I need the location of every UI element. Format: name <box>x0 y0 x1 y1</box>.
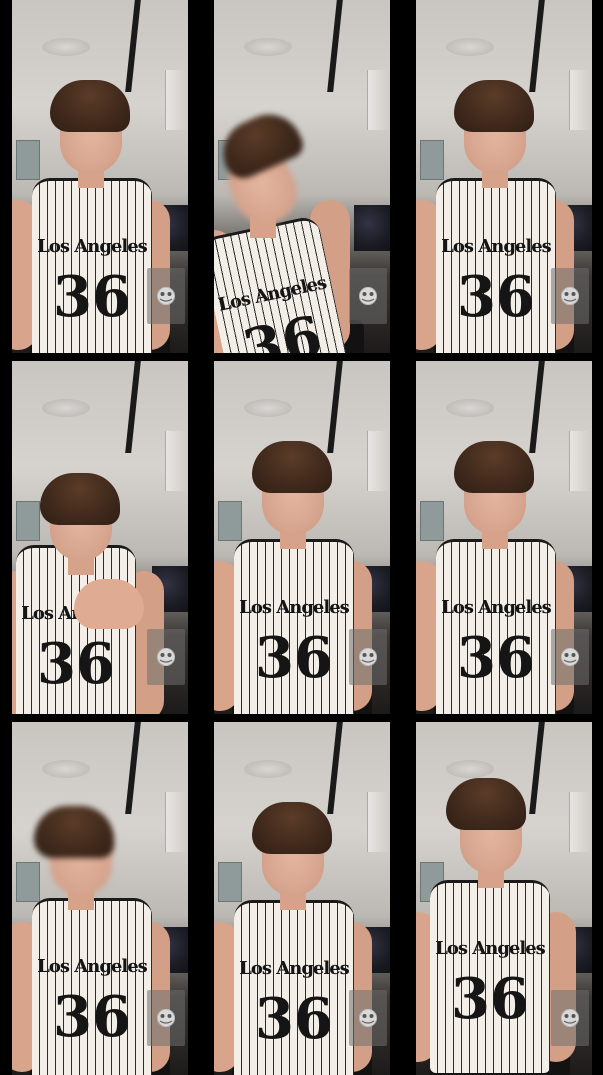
video-frame-tile-6[interactable]: Los Angeles 36 <box>416 361 592 714</box>
jersey-team-text: Los Angeles <box>435 938 546 959</box>
hair <box>50 80 130 132</box>
hair <box>252 441 332 493</box>
video-frame-tile-9[interactable]: Los Angeles 36 <box>416 722 592 1075</box>
hair <box>252 802 332 854</box>
gallery-icon <box>561 287 579 305</box>
jersey-number: 36 <box>53 264 131 330</box>
hair <box>446 778 526 830</box>
video-frame-tile-5[interactable]: Los Angeles 36 <box>214 361 390 714</box>
jersey-team-text: Los Angeles <box>37 236 148 257</box>
gallery-icon <box>561 1009 579 1027</box>
gallery-button[interactable] <box>147 629 185 685</box>
gallery-button[interactable] <box>551 629 589 685</box>
hands <box>74 579 144 629</box>
gallery-button[interactable] <box>551 990 589 1046</box>
jersey-team-text: Los Angeles <box>239 597 350 618</box>
jersey-number: 36 <box>37 631 115 697</box>
jersey: Los Angeles 36 <box>436 178 556 353</box>
video-frame-tile-7[interactable]: Los Angeles 36 <box>12 722 188 1075</box>
jersey: Los Angeles 36 <box>234 900 354 1075</box>
gallery-icon <box>157 287 175 305</box>
jersey: Los Angeles 36 <box>32 898 152 1075</box>
gallery-button[interactable] <box>147 268 185 324</box>
jersey-number: 36 <box>255 986 333 1052</box>
hair <box>454 441 534 493</box>
jersey-team-text: Los Angeles <box>37 956 148 977</box>
gallery-button[interactable] <box>349 268 387 324</box>
video-frame-tile-4[interactable]: Los Angeles 36 <box>12 361 188 714</box>
jersey-number: 36 <box>255 625 333 691</box>
gallery-icon <box>157 648 175 666</box>
gallery-icon <box>157 1009 175 1027</box>
gallery-icon <box>359 648 377 666</box>
jersey-number: 36 <box>457 625 535 691</box>
jersey-number: 36 <box>53 984 131 1050</box>
gallery-button[interactable] <box>551 268 589 324</box>
frame-grid: Los Angeles 36 Los Angeles 36 Los Angele… <box>0 0 603 1075</box>
jersey-number: 36 <box>457 264 535 330</box>
jersey-number: 36 <box>451 966 529 1032</box>
hair <box>454 80 534 132</box>
gallery-icon <box>359 287 377 305</box>
jersey: Los Angeles 36 <box>32 178 152 353</box>
video-frame-tile-1[interactable]: Los Angeles 36 <box>12 0 188 353</box>
jersey-team-text: Los Angeles <box>239 958 350 979</box>
video-frame-tile-3[interactable]: Los Angeles 36 <box>416 0 592 353</box>
jersey: Los Angeles 36 <box>436 539 556 714</box>
jersey-team-text: Los Angeles <box>441 236 552 257</box>
video-frame-tile-8[interactable]: Los Angeles 36 <box>214 722 390 1075</box>
gallery-button[interactable] <box>349 990 387 1046</box>
gallery-button[interactable] <box>147 990 185 1046</box>
hair <box>34 806 114 858</box>
video-frame-tile-2[interactable]: Los Angeles 36 <box>214 0 390 353</box>
hair <box>40 473 120 525</box>
jersey: Los Angeles 36 <box>430 880 550 1073</box>
jersey-team-text: Los Angeles <box>441 597 552 618</box>
gallery-icon <box>359 1009 377 1027</box>
gallery-button[interactable] <box>349 629 387 685</box>
jersey: Los Angeles 36 <box>234 539 354 714</box>
gallery-icon <box>561 648 579 666</box>
